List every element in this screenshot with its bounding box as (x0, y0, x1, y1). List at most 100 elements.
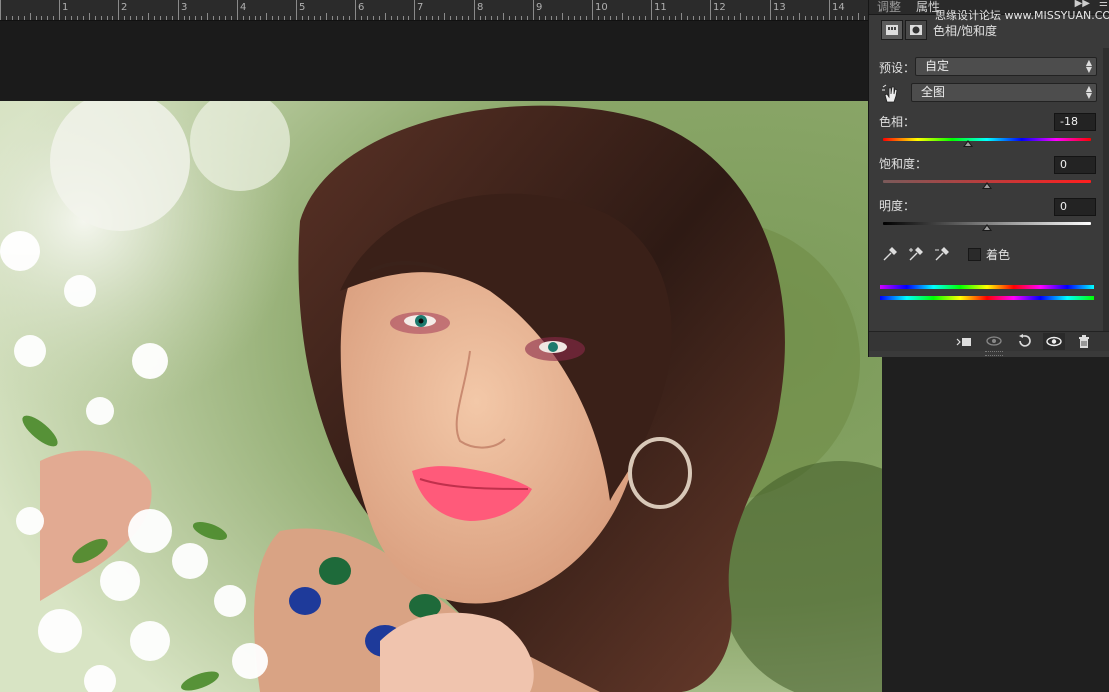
ruler-tick (124, 16, 125, 20)
ruler-tick (6, 16, 7, 20)
mask-icon[interactable] (905, 20, 927, 40)
ruler-tick (699, 16, 700, 20)
ruler-tick (480, 16, 481, 20)
ruler-tick (817, 16, 818, 20)
ruler-tick (758, 16, 759, 20)
ruler-tick (663, 16, 664, 20)
preset-dropdown[interactable]: 自定 ▲ ▼ (915, 57, 1097, 76)
ruler-tick (95, 16, 96, 20)
reset-icon[interactable] (1013, 333, 1035, 350)
ruler-tick (219, 16, 220, 20)
output-spectrum-bar (880, 296, 1094, 300)
colorize-checkbox[interactable] (968, 248, 981, 261)
ruler-tick (852, 16, 853, 20)
ruler-tick (746, 16, 747, 20)
ruler-tick (592, 0, 593, 20)
ruler-tick (414, 0, 415, 20)
ruler-tick (237, 0, 238, 20)
ruler-tick (687, 16, 688, 20)
ruler-number: 14 (832, 2, 845, 13)
ruler-tick (728, 16, 729, 20)
ruler-tick (148, 13, 149, 20)
ruler-tick (231, 16, 232, 20)
ruler-tick (278, 16, 279, 20)
panel-scrollbar[interactable] (1103, 48, 1109, 332)
ruler-tick (189, 16, 190, 20)
ruler-tick (616, 16, 617, 20)
ruler-tick (562, 13, 563, 20)
ruler-tick (385, 13, 386, 20)
hue-slider-thumb[interactable] (963, 140, 974, 147)
eyedropper-icon[interactable] (881, 246, 899, 262)
panel-resize-grip[interactable] (985, 351, 1003, 356)
ruler-tick (201, 16, 202, 20)
saturation-field[interactable]: 0 (1054, 156, 1096, 174)
saturation-slider-thumb[interactable] (982, 182, 992, 189)
trash-icon[interactable] (1073, 333, 1095, 350)
ruler-tick (704, 16, 705, 20)
ruler-number: 13 (773, 2, 786, 13)
ruler-tick (633, 16, 634, 20)
ruler-tick (332, 16, 333, 20)
ruler-tick (178, 0, 179, 20)
ruler-tick (716, 16, 717, 20)
ruler-tick (491, 16, 492, 20)
ruler-tick (12, 16, 13, 20)
preset-label: 预设： (879, 61, 916, 75)
ruler-tick (503, 13, 504, 20)
hue-label: 色相： (879, 115, 916, 129)
ruler-tick (444, 13, 445, 20)
ruler-number: 4 (240, 2, 247, 13)
hue-slider-track[interactable] (883, 138, 1091, 141)
ruler-tick (160, 16, 161, 20)
ruler-tick (811, 16, 812, 20)
range-dropdown[interactable]: 全图 ▲ ▼ (911, 83, 1097, 102)
ruler-tick (71, 16, 72, 20)
clip-to-layer-icon[interactable] (953, 333, 975, 350)
eyedropper-minus-icon[interactable] (933, 246, 951, 262)
ruler-tick (835, 16, 836, 20)
hand-adjust-icon[interactable] (881, 84, 901, 104)
horizontal-ruler: 1 2 3 4 5 6 7 8 9 10 11 12 13 14 (0, 0, 868, 21)
ruler-tick (308, 16, 309, 20)
range-value: 全图 (921, 85, 946, 99)
ruler-tick (610, 16, 611, 20)
visibility-eye-icon[interactable] (1043, 333, 1065, 350)
ruler-tick (847, 16, 848, 20)
view-previous-icon[interactable] (983, 333, 1005, 350)
ruler-number: 1 (62, 2, 69, 13)
colorize-label: 着色 (986, 248, 1011, 262)
ruler-tick (89, 13, 90, 20)
ruler-tick (805, 16, 806, 20)
eyedropper-plus-icon[interactable] (907, 246, 925, 262)
ruler-tick (255, 16, 256, 20)
document-image[interactable] (0, 101, 882, 692)
ruler-tick (260, 16, 261, 20)
ruler-tick (710, 0, 711, 20)
ruler-tick (793, 16, 794, 20)
ruler-number: 3 (181, 2, 188, 13)
tab-adjustments[interactable]: 调整 (877, 0, 901, 15)
lightness-slider-thumb[interactable] (982, 224, 992, 231)
adjustment-layer-icon[interactable] (881, 20, 903, 40)
ruler-tick (24, 16, 25, 20)
ruler-tick (551, 16, 552, 20)
lightness-field[interactable]: 0 (1054, 198, 1096, 216)
ruler-tick (112, 16, 113, 20)
ruler-number: 9 (536, 2, 543, 13)
ruler-number: 7 (417, 2, 424, 13)
ruler-tick (681, 13, 682, 20)
ruler-tick (527, 16, 528, 20)
properties-panel: 调整 属性 ▶▶ ☰ 思缘设计论坛 www.MISSYUAN.COM 色相/饱和… (868, 0, 1109, 357)
ruler-tick (722, 16, 723, 20)
ruler-tick (142, 16, 143, 20)
ruler-tick (41, 16, 42, 20)
hue-field[interactable]: -18 (1054, 113, 1096, 131)
ruler-tick (83, 16, 84, 20)
ruler-tick (326, 13, 327, 20)
ruler-tick (693, 16, 694, 20)
ruler-tick (420, 16, 421, 20)
ruler-tick (118, 0, 119, 20)
ruler-number: 2 (121, 2, 128, 13)
ruler-tick (166, 16, 167, 20)
